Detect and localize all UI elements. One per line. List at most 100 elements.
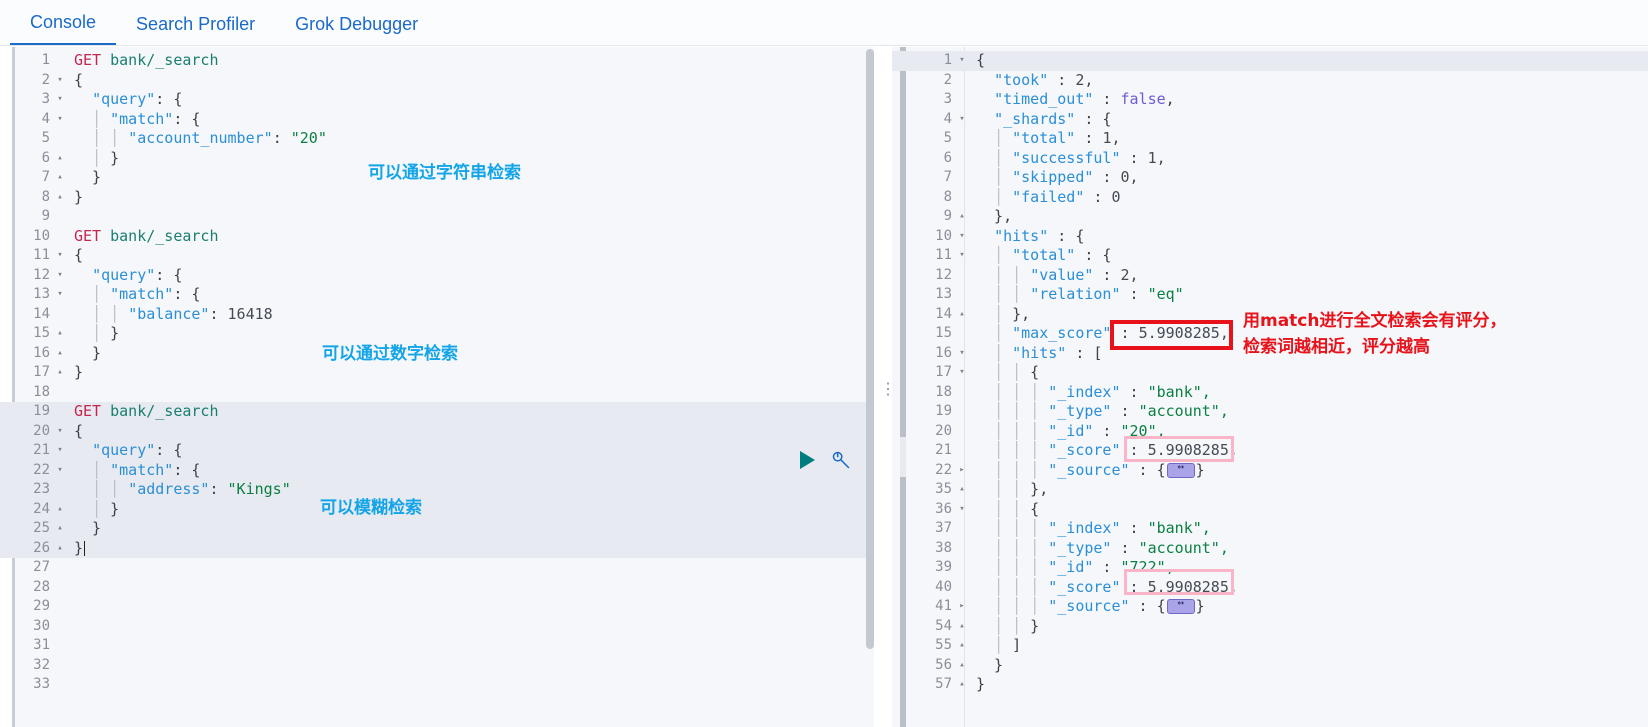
code-line[interactable]: 10 ▾ "hits" : { — [892, 227, 1648, 247]
code-line[interactable]: 2 "took" : 2, — [892, 71, 1648, 91]
fold-toggle-icon[interactable]: ▾ — [52, 266, 68, 285]
response-editor[interactable]: 1 ▾{2 "took" : 2, 3 "timed_out" : false, 4 ▾… — [892, 47, 1648, 727]
code-line[interactable]: 57 ▴} — [892, 675, 1648, 695]
code-line[interactable]: 1 GET bank/_search — [0, 51, 874, 71]
code-line[interactable]: 17 ▾ │ │ { — [892, 363, 1648, 383]
code-line[interactable]: 16 ▴ } — [0, 344, 874, 364]
code-line[interactable]: 27 — [0, 558, 874, 578]
fold-toggle-icon[interactable]: ▾ — [954, 246, 970, 265]
code-line[interactable]: 29 — [0, 597, 874, 617]
fold-toggle-icon[interactable]: ▴ — [52, 149, 68, 168]
fold-toggle-icon[interactable]: ▴ — [954, 480, 970, 499]
code-line[interactable]: 14 │ │ "balance": 16418 — [0, 305, 874, 325]
code-line[interactable]: 14 ▴ │ }, — [892, 305, 1648, 325]
code-line[interactable]: 6 │ "successful" : 1, — [892, 149, 1648, 169]
request-code-rows[interactable]: 1 GET bank/_search 2 ▾{3 ▾ "query": {4 ▾ │ "m… — [0, 47, 874, 695]
code-line[interactable]: 20 ▾ { — [0, 421, 874, 441]
code-line[interactable]: 22 ▾ │ "match": { — [0, 460, 874, 480]
code-line[interactable]: 23 │ │ "address": "Kings" — [0, 480, 874, 500]
code-line[interactable]: 8 ▴} — [0, 188, 874, 208]
fold-toggle-icon[interactable]: ▸ — [954, 597, 970, 616]
code-line[interactable]: 16 ▾ │ "hits" : [ — [892, 344, 1648, 364]
code-line[interactable]: 25 ▴ } — [0, 519, 874, 539]
code-line[interactable]: 11 ▾ { — [0, 246, 874, 266]
request-editor[interactable]: 1 GET bank/_search 2 ▾{3 ▾ "query": {4 ▾ │ "m… — [0, 47, 874, 727]
fold-toggle-icon[interactable]: ▾ — [52, 110, 68, 129]
code-line[interactable]: 3 ▾ "query": { — [0, 90, 874, 110]
code-line[interactable]: 1 ▾ { — [892, 51, 1648, 71]
code-line[interactable]: 15 │ "max_score" : 5.9908285, — [892, 324, 1648, 344]
code-line[interactable]: 26 ▴} — [0, 538, 874, 558]
pane-splitter[interactable]: ⋮ — [874, 47, 896, 727]
fold-toggle-icon[interactable]: ▴ — [954, 636, 970, 655]
fold-toggle-icon[interactable]: ▾ — [954, 227, 970, 246]
code-line[interactable]: 10 GET bank/_search — [0, 227, 874, 247]
code-line[interactable]: 55 ▴ │ ] — [892, 636, 1648, 656]
code-line[interactable]: 15 ▴ │ } — [0, 324, 874, 344]
fold-toggle-icon[interactable]: ▴ — [954, 617, 970, 636]
code-line[interactable]: 39 │ │ │ "_id" : "722", — [892, 558, 1648, 578]
code-line[interactable]: 41▸ │ │ │ "_source" : {} — [892, 596, 1648, 617]
code-line[interactable]: 54 ▴ │ │ } — [892, 617, 1648, 637]
collapsed-object-chip-icon[interactable] — [1166, 460, 1195, 478]
code-line[interactable]: 35 ▴ │ │ }, — [892, 480, 1648, 500]
fold-toggle-icon[interactable]: ▾ — [954, 344, 970, 363]
code-line[interactable]: 28 — [0, 578, 874, 598]
code-line[interactable]: 24 ▴ │ } — [0, 499, 874, 519]
fold-toggle-icon[interactable]: ▴ — [954, 656, 970, 675]
code-line[interactable]: 20 │ │ │ "_id" : "20", — [892, 422, 1648, 442]
fold-toggle-icon[interactable]: ▾ — [954, 363, 970, 382]
tab-search-profiler[interactable]: Search Profiler — [116, 15, 275, 45]
fold-toggle-icon[interactable]: ▴ — [954, 675, 970, 694]
fold-toggle-icon[interactable]: ▴ — [52, 539, 68, 558]
fold-toggle-icon[interactable]: ▸ — [954, 461, 970, 480]
send-request-play-icon[interactable] — [800, 451, 815, 469]
wrench-icon[interactable] — [831, 450, 851, 470]
tab-console[interactable]: Console — [10, 13, 117, 45]
code-line[interactable]: 8 │ "failed" : 0 — [892, 188, 1648, 208]
code-line[interactable]: 21 │ │ │ "_score" : 5.9908285, — [892, 441, 1648, 461]
code-line[interactable]: 37 │ │ │ "_index" : "bank", — [892, 519, 1648, 539]
fold-toggle-icon[interactable]: ▴ — [52, 363, 68, 382]
code-line[interactable]: 32 — [0, 656, 874, 676]
code-line[interactable]: 12 ▾ "query": { — [0, 266, 874, 286]
collapsed-object-chip-icon[interactable] — [1166, 596, 1195, 614]
fold-toggle-icon[interactable]: ▾ — [52, 285, 68, 304]
fold-toggle-icon[interactable]: ▴ — [954, 305, 970, 324]
code-line[interactable]: 13 ▾ │ "match": { — [0, 285, 874, 305]
code-line[interactable]: 38 │ │ │ "_type" : "account", — [892, 539, 1648, 559]
code-line[interactable]: 19 GET bank/_search — [0, 402, 874, 422]
fold-toggle-icon[interactable]: ▾ — [954, 500, 970, 519]
fold-toggle-icon[interactable]: ▴ — [52, 168, 68, 187]
fold-toggle-icon[interactable]: ▴ — [52, 188, 68, 207]
code-line[interactable]: 4 ▾ │ "match": { — [0, 110, 874, 130]
fold-toggle-icon[interactable]: ▴ — [52, 344, 68, 363]
code-line[interactable]: 9 — [0, 207, 874, 227]
fold-toggle-icon[interactable]: ▾ — [52, 246, 68, 265]
code-line[interactable]: 2 ▾ { — [0, 71, 874, 91]
fold-toggle-icon[interactable]: ▾ — [52, 441, 68, 460]
code-line[interactable]: 3 "timed_out" : false, — [892, 90, 1648, 110]
code-line[interactable]: 6 ▴ │ } — [0, 149, 874, 169]
code-line[interactable]: 11 ▾ │ "total" : { — [892, 246, 1648, 266]
fold-toggle-icon[interactable]: ▾ — [52, 90, 68, 109]
code-line[interactable]: 56 ▴ } — [892, 656, 1648, 676]
fold-toggle-icon[interactable]: ▾ — [954, 51, 970, 70]
fold-toggle-icon[interactable]: ▴ — [52, 324, 68, 343]
fold-toggle-icon[interactable]: ▴ — [954, 207, 970, 226]
code-line[interactable]: 4 ▾ "_shards" : { — [892, 110, 1648, 130]
fold-toggle-icon[interactable]: ▾ — [52, 461, 68, 480]
code-line[interactable]: 36 ▾ │ │ { — [892, 500, 1648, 520]
response-code-rows[interactable]: 1 ▾{2 "took" : 2, 3 "timed_out" : false, 4 ▾… — [892, 47, 1648, 695]
fold-toggle-icon[interactable]: ▴ — [52, 500, 68, 519]
code-line[interactable]: 31 — [0, 636, 874, 656]
tab-grok-debugger[interactable]: Grok Debugger — [275, 15, 438, 45]
code-line[interactable]: 18 — [0, 383, 874, 403]
code-line[interactable]: 18 │ │ │ "_index" : "bank", — [892, 383, 1648, 403]
fold-toggle-icon[interactable]: ▴ — [52, 519, 68, 538]
code-line[interactable]: 33 — [0, 675, 874, 695]
code-line[interactable]: 7 │ "skipped" : 0, — [892, 168, 1648, 188]
code-line[interactable]: 5 │ "total" : 1, — [892, 129, 1648, 149]
code-line[interactable]: 22▸ │ │ │ "_source" : {} — [892, 460, 1648, 481]
fold-toggle-icon[interactable]: ▾ — [954, 110, 970, 129]
